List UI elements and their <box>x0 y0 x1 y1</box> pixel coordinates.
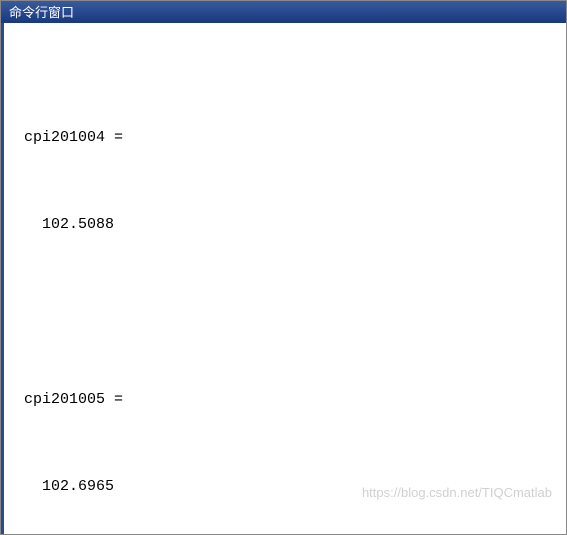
content-wrapper: cpi201004 = 102.5088 cpi201005 = 102.696… <box>1 23 566 534</box>
variable-value: 102.6965 <box>24 476 546 497</box>
output-block: cpi201004 = 102.5088 <box>24 85 546 277</box>
window-title: 命令行窗口 <box>9 2 74 21</box>
titlebar: 命令行窗口 <box>1 1 566 23</box>
output-area: cpi201004 = 102.5088 cpi201005 = 102.696… <box>4 23 566 534</box>
variable-value: 102.5088 <box>24 214 546 235</box>
output-block: cpi201005 = 102.6965 <box>24 347 546 534</box>
variable-name: cpi201005 = <box>24 389 546 410</box>
command-window: 命令行窗口 cpi201004 = 102.5088 cpi201005 = 1… <box>0 0 567 535</box>
variable-name: cpi201004 = <box>24 127 546 148</box>
